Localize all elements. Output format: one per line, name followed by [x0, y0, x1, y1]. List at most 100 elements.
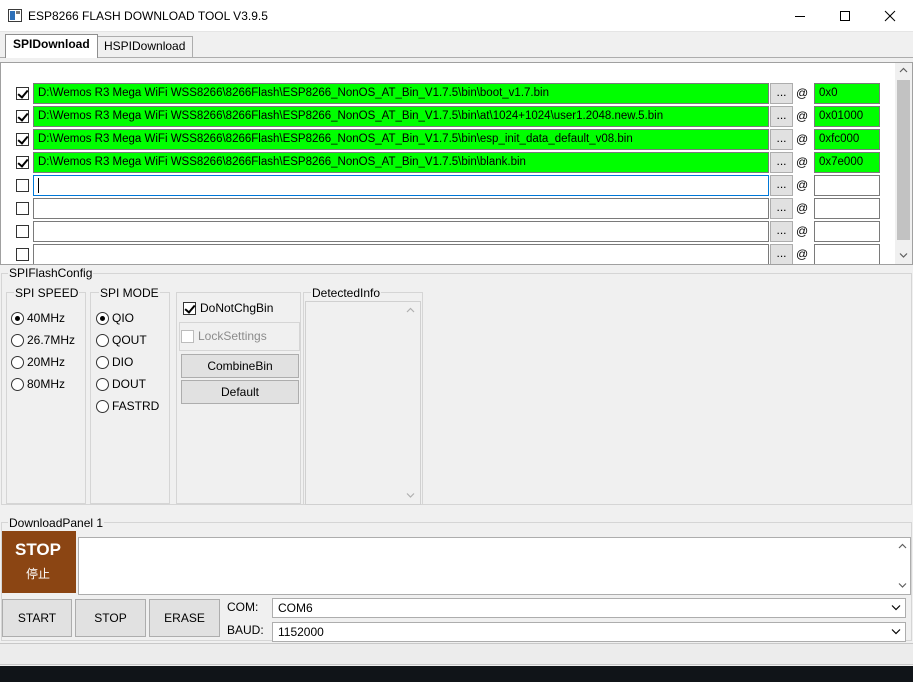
mode-option[interactable]: FASTRD [96, 397, 159, 415]
file-row: D:\Wemos R3 Mega WiFi WSS8266\8266Flash\… [1, 105, 896, 128]
file-list: D:\Wemos R3 Mega WiFi WSS8266\8266Flash\… [0, 62, 913, 265]
minimize-icon[interactable] [777, 0, 823, 32]
browse-button[interactable]: ... [770, 106, 793, 127]
com-select[interactable]: COM6 [272, 598, 906, 618]
text-cursor [38, 178, 39, 193]
scroll-up-icon[interactable] [899, 67, 908, 74]
donotchgbin-label: DoNotChgBin [200, 301, 274, 315]
com-value: COM6 [278, 601, 313, 615]
baud-select[interactable]: 1152000 [272, 622, 906, 642]
file-enable-checkbox[interactable] [16, 133, 29, 146]
address-input[interactable]: 0x7e000 [814, 152, 880, 173]
file-enable-checkbox[interactable] [16, 179, 29, 192]
at-label: @ [796, 201, 809, 215]
file-path-input[interactable]: D:\Wemos R3 Mega WiFi WSS8266\8266Flash\… [33, 106, 769, 127]
address-input[interactable] [814, 175, 880, 196]
speed-label: 40MHz [27, 311, 66, 325]
tab-spidownload[interactable]: SPIDownload [5, 34, 98, 58]
file-enable-checkbox[interactable] [16, 156, 29, 169]
file-path-input[interactable] [33, 221, 769, 242]
radio-icon [11, 311, 24, 325]
donotchgbin-checkbox[interactable]: DoNotChgBin [183, 298, 273, 318]
file-enable-checkbox[interactable] [16, 225, 29, 238]
address-input[interactable]: 0x01000 [814, 106, 880, 127]
locksettings-checkbox: LockSettings [181, 326, 267, 346]
file-enable-checkbox[interactable] [16, 202, 29, 215]
at-label: @ [796, 178, 809, 192]
tab-hspidownload[interactable]: HSPIDownload [96, 36, 194, 57]
checkbox-icon [181, 329, 194, 343]
at-label: @ [796, 247, 809, 261]
radio-icon [96, 355, 109, 369]
file-row: D:\Wemos R3 Mega WiFi WSS8266\8266Flash\… [1, 82, 896, 105]
scrollbar-thumb[interactable] [897, 80, 910, 240]
at-label: @ [796, 86, 809, 100]
combinebin-button[interactable]: CombineBin [181, 354, 299, 378]
radio-icon [96, 399, 109, 413]
scroll-up-icon[interactable] [898, 543, 907, 550]
spi-mode-title: SPI MODE [99, 286, 160, 300]
scroll-down-icon[interactable] [406, 492, 415, 499]
file-row: ... @ [1, 197, 896, 220]
speed-option[interactable]: 80MHz [11, 375, 65, 393]
mode-option[interactable]: DOUT [96, 375, 146, 393]
file-row: D:\Wemos R3 Mega WiFi WSS8266\8266Flash\… [1, 128, 896, 151]
status-label: STOP [15, 540, 61, 559]
speed-label: 80MHz [27, 377, 66, 391]
close-icon[interactable] [867, 0, 913, 32]
speed-option[interactable]: 20MHz [11, 353, 65, 371]
app-window-icon [8, 9, 22, 22]
address-input[interactable] [814, 221, 880, 242]
file-path-input[interactable]: D:\Wemos R3 Mega WiFi WSS8266\8266Flash\… [33, 129, 769, 150]
mode-label: DOUT [112, 377, 146, 391]
status-label-cn: 停止 [26, 567, 51, 581]
browse-button[interactable]: ... [770, 152, 793, 173]
mode-option[interactable]: QIO [96, 309, 134, 327]
radio-icon [96, 311, 109, 325]
mode-label: DIO [112, 355, 134, 369]
file-enable-checkbox[interactable] [16, 248, 29, 261]
log-output[interactable] [78, 537, 911, 595]
browse-button[interactable]: ... [770, 175, 793, 196]
stop-button[interactable]: STOP [75, 599, 146, 637]
browse-button[interactable]: ... [770, 221, 793, 242]
address-input[interactable] [814, 244, 880, 264]
spiflash-config-title: SPIFlashConfig [8, 266, 94, 280]
browse-button[interactable]: ... [770, 83, 793, 104]
file-enable-checkbox[interactable] [16, 110, 29, 123]
mode-option[interactable]: DIO [96, 353, 133, 371]
scroll-up-icon[interactable] [406, 307, 415, 314]
speed-option[interactable]: 26.7MHz [11, 331, 75, 349]
file-path-input[interactable]: D:\Wemos R3 Mega WiFi WSS8266\8266Flash\… [33, 152, 769, 173]
file-path-input[interactable] [33, 198, 769, 219]
chevron-down-icon [891, 605, 901, 611]
browse-button[interactable]: ... [770, 244, 793, 264]
at-label: @ [796, 224, 809, 238]
mode-label: FASTRD [112, 399, 160, 413]
scroll-down-icon[interactable] [898, 582, 907, 589]
address-input[interactable] [814, 198, 880, 219]
erase-button[interactable]: ERASE [149, 599, 220, 637]
default-button[interactable]: Default [181, 380, 299, 404]
start-button[interactable]: START [2, 599, 72, 637]
file-path-input[interactable]: D:\Wemos R3 Mega WiFi WSS8266\8266Flash\… [33, 83, 769, 104]
detected-info-box[interactable] [305, 301, 421, 505]
file-enable-checkbox[interactable] [16, 87, 29, 100]
browse-button[interactable]: ... [770, 198, 793, 219]
mode-option[interactable]: QOUT [96, 331, 147, 349]
file-path-input[interactable] [33, 244, 769, 264]
mode-label: QOUT [112, 333, 147, 347]
maximize-icon[interactable] [822, 0, 868, 32]
address-input[interactable]: 0x0 [814, 83, 880, 104]
file-list-scrollbar[interactable] [895, 63, 912, 264]
spi-speed-title: SPI SPEED [14, 286, 80, 300]
window-title: ESP8266 FLASH DOWNLOAD TOOL V3.9.5 [28, 9, 268, 23]
address-input[interactable]: 0xfc000 [814, 129, 880, 150]
radio-icon [11, 377, 24, 391]
browse-button[interactable]: ... [770, 129, 793, 150]
speed-option[interactable]: 40MHz [11, 309, 65, 327]
status-badge: STOP 停止 [2, 531, 76, 593]
file-path-input[interactable] [33, 175, 769, 196]
scroll-down-icon[interactable] [899, 252, 908, 259]
file-row: ... @ [1, 174, 896, 197]
